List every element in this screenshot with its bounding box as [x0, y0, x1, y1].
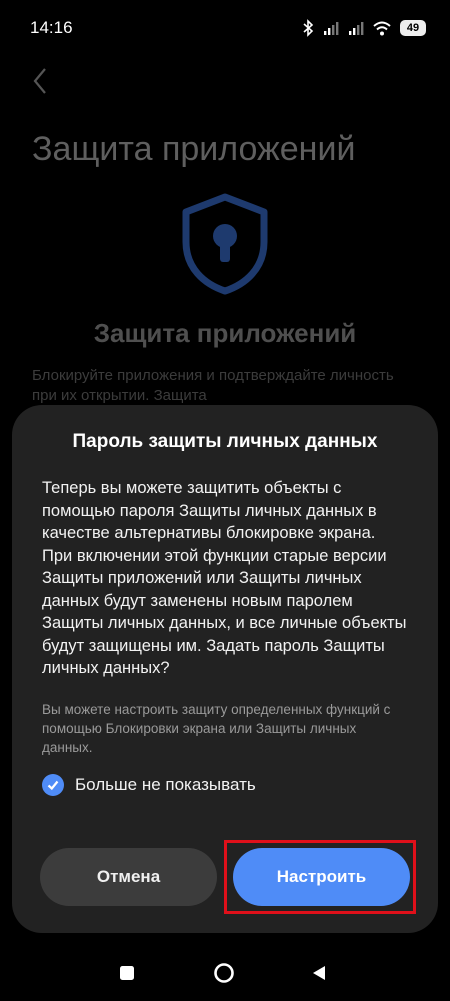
- checkmark-icon: [47, 780, 59, 790]
- dont-show-again-label: Больше не показывать: [75, 774, 256, 794]
- section-description: Блокируйте приложения и подтверждайте ли…: [32, 367, 394, 404]
- navigation-bar: [0, 945, 450, 1001]
- dialog-note: Вы можете настроить защиту определенных …: [42, 701, 391, 755]
- dialog-title: Пароль защиты личных данных: [72, 431, 378, 452]
- back-icon[interactable]: [309, 963, 329, 983]
- privacy-password-dialog: Пароль защиты личных данных Теперь вы мо…: [12, 405, 438, 933]
- home-icon[interactable]: [213, 962, 235, 984]
- dialog-buttons: Отмена Настроить: [40, 848, 410, 906]
- dont-show-again-option[interactable]: Больше не показывать: [42, 773, 408, 796]
- shield-lock-icon: [182, 193, 268, 295]
- recent-apps-icon[interactable]: [117, 963, 137, 983]
- setup-button[interactable]: Настроить: [233, 848, 410, 906]
- dont-show-again-checkbox[interactable]: [42, 773, 64, 796]
- section-title: Защита приложений: [93, 318, 357, 348]
- dialog-body: Теперь вы можете защитить объекты с помо…: [42, 479, 407, 677]
- cancel-button[interactable]: Отмена: [40, 848, 217, 906]
- page-title: Защита приложений: [32, 130, 356, 168]
- back-arrow-icon[interactable]: [28, 66, 52, 96]
